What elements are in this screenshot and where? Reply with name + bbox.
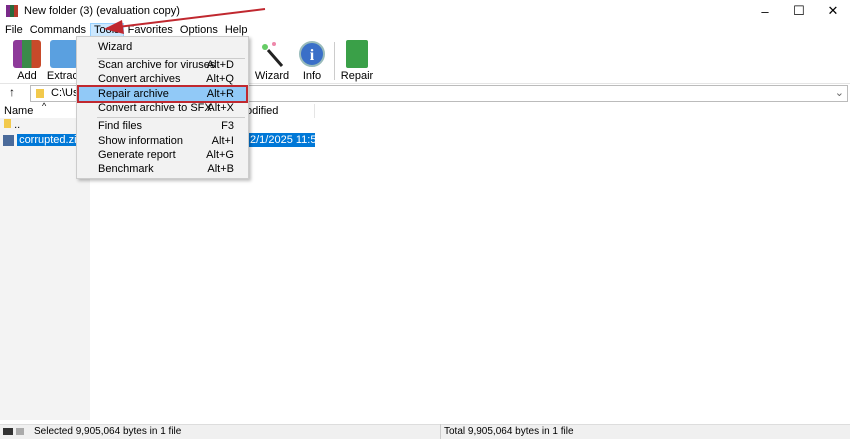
menu-item-scan-viruses[interactable]: Scan archive for viruses Alt+D <box>79 58 246 72</box>
menu-item-wizard[interactable]: Wizard <box>79 40 246 54</box>
add-archive-icon <box>13 40 41 68</box>
menu-item-show-information[interactable]: Show information Alt+I <box>79 134 246 148</box>
status-selected: Selected 9,905,064 bytes in 1 file <box>34 426 182 437</box>
column-name[interactable]: Name <box>4 105 33 117</box>
menu-item-benchmark[interactable]: Benchmark Alt+B <box>79 162 246 176</box>
window-title: New folder (3) (evaluation copy) <box>24 5 180 17</box>
menu-commands[interactable]: Commands <box>27 24 89 36</box>
menu-file[interactable]: File <box>0 24 26 36</box>
tools-menu: Wizard Scan archive for viruses Alt+D Con… <box>76 36 249 179</box>
menu-item-repair-archive[interactable]: Repair archive Alt+R <box>77 85 248 103</box>
menu-item-generate-report[interactable]: Generate report Alt+G <box>79 148 246 162</box>
archive-icon <box>3 134 14 146</box>
maximize-button[interactable]: ☐ <box>782 0 816 22</box>
up-arrow-icon[interactable]: ↑ <box>9 85 15 99</box>
key-icon <box>16 428 24 435</box>
repair-button[interactable]: Repair <box>335 40 379 82</box>
winrar-app-icon <box>6 5 18 17</box>
close-button[interactable]: ✕ <box>816 0 850 22</box>
chevron-down-icon[interactable]: ⌄ <box>835 86 844 101</box>
status-bar: Selected 9,905,064 bytes in 1 file Total… <box>0 424 850 439</box>
column-modified[interactable]: odified <box>246 105 278 117</box>
menu-separator <box>97 117 245 118</box>
status-total: Total 9,905,064 bytes in 1 file <box>444 426 574 437</box>
repair-icon <box>346 40 368 68</box>
magic-wand-icon <box>258 40 286 68</box>
menu-help[interactable]: Help <box>222 24 251 36</box>
drive-icon <box>3 428 13 435</box>
info-icon: i <box>298 40 326 68</box>
folder-icon <box>4 119 11 128</box>
menu-options[interactable]: Options <box>177 24 221 36</box>
folder-icon <box>50 40 78 68</box>
title-bar: New folder (3) (evaluation copy) – ☐ ✕ <box>0 0 850 22</box>
menu-item-convert-archives[interactable]: Convert archives Alt+Q <box>79 72 246 86</box>
menu-tools[interactable]: Tools <box>89 23 124 37</box>
folder-icon <box>36 89 44 98</box>
info-button[interactable]: i Info <box>290 40 334 82</box>
menu-item-convert-sfx[interactable]: Convert archive to SFX Alt+X <box>79 101 246 115</box>
list-item-parent[interactable]: .. <box>4 118 20 132</box>
minimize-button[interactable]: – <box>748 0 782 22</box>
sort-ascending-icon: ^ <box>42 101 47 111</box>
wizard-button[interactable]: Wizard <box>250 40 294 82</box>
status-divider <box>440 424 441 439</box>
menu-favorites[interactable]: Favorites <box>125 24 176 36</box>
svg-text:i: i <box>310 47 315 64</box>
menu-item-find-files[interactable]: Find files F3 <box>79 119 246 133</box>
